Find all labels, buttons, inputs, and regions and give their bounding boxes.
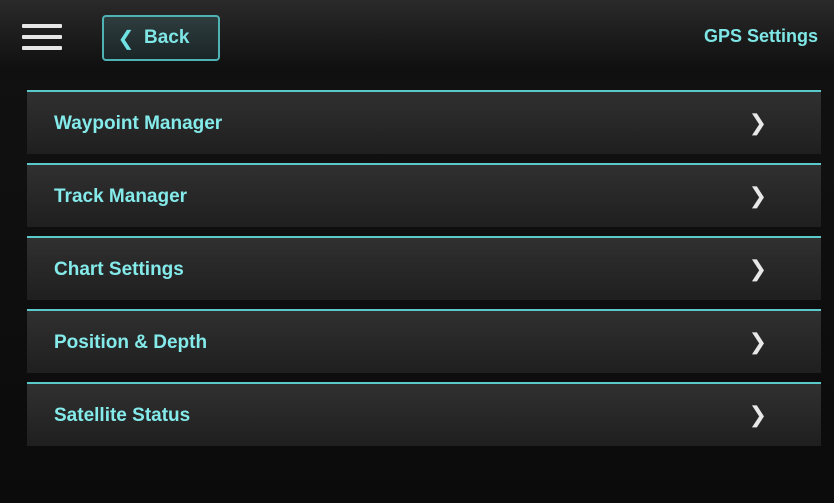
gps-settings-screen: ❮ Back GPS Settings Waypoint Manager ❯ T…: [0, 0, 834, 503]
chevron-right-icon: ❯: [748, 256, 767, 281]
menu-item-label: Waypoint Manager: [54, 113, 223, 134]
menu-item-track-manager[interactable]: Track Manager ❯: [27, 163, 821, 227]
chevron-left-icon: ❮: [117, 27, 135, 50]
menu-item-waypoint-manager[interactable]: Waypoint Manager ❯: [27, 90, 821, 154]
back-button-label: Back: [144, 27, 190, 48]
menu-item-label: Satellite Status: [54, 405, 191, 426]
menu-item-label: Track Manager: [54, 186, 188, 207]
chevron-right-icon: ❯: [748, 183, 767, 208]
chevron-right-icon: ❯: [748, 329, 767, 354]
menu-item-satellite-status[interactable]: Satellite Status ❯: [27, 382, 821, 446]
back-button[interactable]: ❮ Back: [102, 15, 220, 61]
chevron-right-icon: ❯: [748, 110, 767, 135]
settings-menu-list: Waypoint Manager ❯ Track Manager ❯ Chart…: [27, 90, 821, 455]
page-title: GPS Settings: [703, 26, 818, 46]
top-bar: ❮ Back GPS Settings: [0, 0, 834, 80]
menu-item-chart-settings[interactable]: Chart Settings ❯: [27, 236, 821, 300]
chevron-right-icon: ❯: [748, 402, 767, 427]
menu-item-position-depth[interactable]: Position & Depth ❯: [27, 309, 821, 373]
hamburger-icon[interactable]: [22, 24, 62, 52]
menu-item-label: Chart Settings: [54, 259, 184, 280]
menu-item-label: Position & Depth: [54, 332, 208, 353]
